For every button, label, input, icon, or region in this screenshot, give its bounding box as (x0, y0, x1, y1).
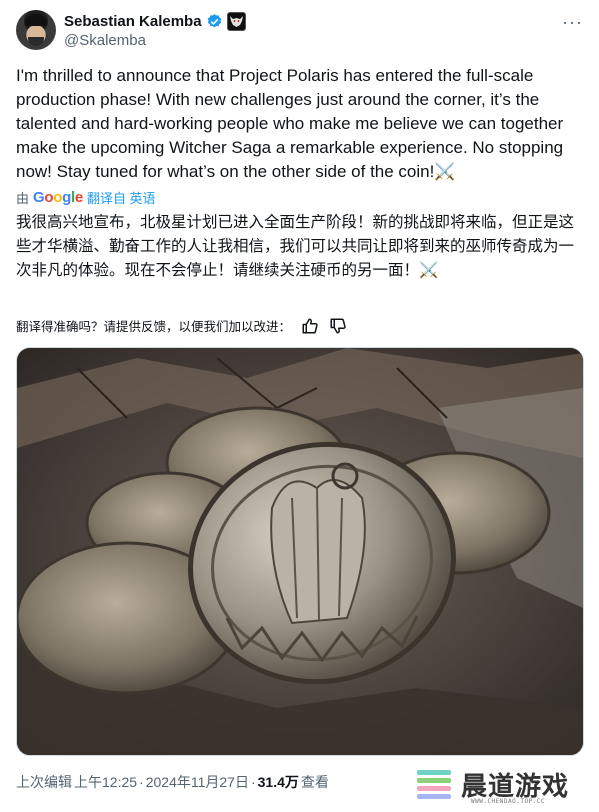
translated-by-label: 由 (16, 191, 30, 206)
watermark-logo-icon (417, 770, 451, 799)
coin-image (17, 348, 583, 755)
tweet-header: Sebastian Kalemba @Skalemba ··· (16, 8, 583, 52)
tweet-meta: 上次编辑 上午12:25 · 2024年11月27日 · 31.4万 查看 (16, 772, 329, 792)
verified-badge-icon[interactable] (206, 13, 223, 30)
translated-text: 我很高兴地宣布，北极星计划已进入全面生产阶段！新的挑战即将来临，但正是这些才华横… (16, 213, 575, 279)
feedback-prompt: 翻译得准确吗？请提供反馈，以便我们加以改进： (16, 319, 292, 334)
tweet-media-photo[interactable] (16, 347, 584, 756)
more-options-icon[interactable]: ··· (562, 12, 583, 33)
avatar[interactable] (16, 10, 56, 50)
tweet-date[interactable]: 2024年11月27日 (146, 772, 249, 792)
thumbs-up-icon[interactable] (301, 317, 319, 335)
author-name-row: Sebastian Kalemba (64, 12, 246, 31)
avatar-beard (28, 37, 44, 46)
author-handle[interactable]: @Skalemba (64, 32, 146, 49)
wolf-affiliation-icon[interactable] (226, 12, 246, 31)
avatar-cap (25, 14, 47, 26)
site-watermark: 晨道游戏 WWW.CHENDAO.TOP.CC (415, 764, 591, 808)
translation-feedback: 翻译得准确吗？请提供反馈，以便我们加以改进： (16, 316, 347, 335)
edited-label[interactable]: 上次编辑 (16, 772, 72, 792)
translated-from-link[interactable]: 翻译自 英语 (87, 188, 156, 207)
watermark-url: WWW.CHENDAO.TOP.CC (471, 798, 546, 805)
tweet-text: I'm thrilled to announce that Project Po… (16, 66, 564, 181)
views-count: 31.4万 (257, 774, 299, 790)
tweet-time[interactable]: 上午12:25 (74, 772, 137, 792)
author-name[interactable]: Sebastian Kalemba (64, 13, 202, 30)
google-logo-icon: Google (33, 189, 83, 206)
translated-by: 由 Google 翻译自 英语 (16, 188, 156, 207)
thumbs-down-icon[interactable] (329, 317, 347, 335)
meta-separator: · (139, 774, 144, 790)
views-label: 查看 (300, 774, 329, 790)
meta-separator-2: · (250, 774, 256, 790)
